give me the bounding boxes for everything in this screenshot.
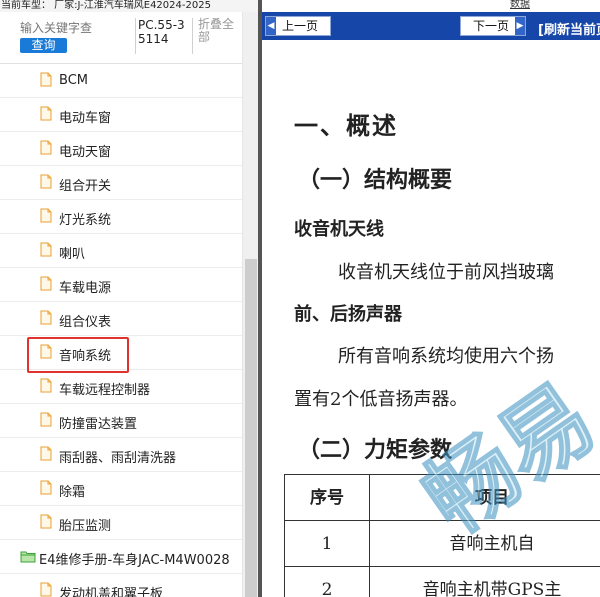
tree-item[interactable]: 车载电源 bbox=[0, 268, 242, 302]
sub-heading-speakers: 前、后扬声器 bbox=[294, 304, 402, 325]
tree-item[interactable]: 车载远程控制器 bbox=[0, 370, 242, 404]
table-header-cell: 项目 bbox=[369, 475, 600, 521]
document-icon bbox=[40, 208, 52, 223]
document-icon bbox=[40, 446, 52, 461]
tree-item-label: BCM bbox=[59, 73, 88, 88]
document-icon bbox=[40, 72, 52, 87]
table-row: 2 音响主机带GPS主 bbox=[284, 567, 600, 597]
sub-heading-antenna: 收音机天线 bbox=[294, 219, 384, 240]
tree-item[interactable]: 雨刮器、雨刮清洗器 bbox=[0, 438, 242, 472]
divider bbox=[192, 18, 193, 54]
arrow-right-icon: ▶ bbox=[515, 17, 525, 35]
current-model-bar: 当前车型： 厂家:J-江淮汽车瑞风E42024-2025 bbox=[0, 0, 260, 12]
next-page-button[interactable]: 下一页 ▶ bbox=[460, 16, 526, 36]
document-icon bbox=[40, 310, 52, 325]
document-icon bbox=[40, 412, 52, 427]
section-title-torque: （二）力矩参数 bbox=[298, 438, 453, 463]
document-icon bbox=[40, 276, 52, 291]
search-input[interactable] bbox=[20, 18, 132, 38]
paragraph-speakers-cont: 置有2个低音扬声器。 bbox=[294, 389, 468, 410]
doc-heading: 一、概述 bbox=[294, 112, 398, 140]
document-icon bbox=[40, 106, 52, 121]
page-nav-bar: ◀ 上一页 下一页 ▶ [刷新当前页 bbox=[262, 12, 600, 40]
search-box: 查询 PC.55-35114 折叠全部 bbox=[0, 12, 242, 64]
document-icon bbox=[40, 242, 52, 257]
tree-item[interactable]: 除霜 bbox=[0, 472, 242, 506]
tree-item-label: 组合仪表 bbox=[59, 315, 112, 330]
tree-item[interactable]: 组合开关 bbox=[0, 166, 242, 200]
tree-item-label: 灯光系统 bbox=[59, 213, 112, 228]
table-header-row: 序号 项目 bbox=[284, 475, 600, 521]
document-icon bbox=[40, 582, 52, 597]
scroll-thumb[interactable] bbox=[245, 259, 257, 597]
prev-page-button[interactable]: ◀ 上一页 bbox=[265, 16, 331, 36]
document-view: 一、概述 （一）结构概要 收音机天线 收音机天线位于前风挡玻璃 前、后扬声器 所… bbox=[262, 40, 600, 597]
tree-item[interactable]: 灯光系统 bbox=[0, 200, 242, 234]
table-cell: 1 bbox=[284, 521, 369, 567]
table-cell: 2 bbox=[284, 567, 369, 597]
prev-page-label: 上一页 bbox=[282, 19, 319, 33]
tree-item-label: 组合开关 bbox=[59, 179, 112, 194]
document-icon bbox=[40, 378, 52, 393]
document-icon bbox=[40, 514, 52, 529]
table-row: 1 音响主机自 bbox=[284, 521, 600, 567]
tree-item[interactable]: 防撞雷达装置 bbox=[0, 404, 242, 438]
paragraph-speakers: 所有音响系统均使用六个扬 bbox=[338, 346, 554, 367]
refresh-page-link[interactable]: [刷新当前页 bbox=[538, 19, 600, 38]
tree-item-label: 车载电源 bbox=[59, 281, 112, 296]
tree-item-label: 胎压监测 bbox=[59, 519, 112, 534]
document-icon bbox=[40, 140, 52, 155]
tree-folder-label: E4维修手册-车身JAC-M4W0028 bbox=[39, 553, 230, 568]
tree-item[interactable]: 胎压监测 bbox=[0, 506, 242, 540]
tree-item[interactable]: 组合仪表 bbox=[0, 302, 242, 336]
torque-table: 序号 项目 1 音响主机自 2 音响主机带GPS主 bbox=[284, 474, 600, 597]
folder-open-icon bbox=[20, 550, 36, 563]
left-panel: 查询 PC.55-35114 折叠全部 BCM 电动车窗电动天窗组合开关灯光系统喇… bbox=[0, 12, 258, 597]
divider bbox=[135, 18, 136, 54]
tree-item-label: 雨刮器、雨刮清洗器 bbox=[59, 451, 177, 466]
tree-item-label: 车载远程控制器 bbox=[59, 383, 151, 398]
paragraph-antenna: 收音机天线位于前风挡玻璃 bbox=[338, 262, 554, 283]
table-cell: 音响主机自 bbox=[369, 521, 600, 567]
top-data-link[interactable]: 数据 bbox=[510, 0, 530, 10]
tree-folder[interactable]: E4维修手册-车身JAC-M4W0028 bbox=[0, 540, 242, 574]
table-header-cell: 序号 bbox=[284, 475, 369, 521]
tree-item[interactable]: 音响系统 bbox=[0, 336, 242, 370]
left-scrollbar[interactable] bbox=[242, 12, 258, 597]
model-code: PC.55-35114 bbox=[138, 18, 185, 46]
document-icon bbox=[40, 344, 52, 359]
tree-item-label: 喇叭 bbox=[59, 247, 86, 262]
tree-item-label: 防撞雷达装置 bbox=[59, 417, 138, 432]
search-button[interactable]: 查询 bbox=[20, 38, 67, 53]
tree-item-label: 电动车窗 bbox=[59, 111, 112, 126]
document-icon bbox=[40, 174, 52, 189]
tree-item[interactable]: 喇叭 bbox=[0, 234, 242, 268]
tree-item[interactable]: 电动天窗 bbox=[0, 132, 242, 166]
arrow-left-icon: ◀ bbox=[266, 17, 276, 35]
tree-item[interactable]: 发动机盖和翼子板 bbox=[0, 574, 242, 597]
table-cell: 音响主机带GPS主 bbox=[369, 567, 600, 597]
tree-item[interactable]: BCM bbox=[0, 64, 242, 98]
tree-item-label: 除霜 bbox=[59, 485, 86, 500]
tree-item-label: 电动天窗 bbox=[59, 145, 112, 160]
tree-item[interactable]: 电动车窗 bbox=[0, 98, 242, 132]
next-page-label: 下一页 bbox=[472, 19, 509, 33]
document-icon bbox=[40, 480, 52, 495]
collapse-all-button[interactable]: 折叠全部 bbox=[198, 18, 238, 44]
section-title-structure: （一）结构概要 bbox=[298, 168, 453, 193]
tree-item-label: 音响系统 bbox=[59, 349, 112, 364]
tree-item-label: 发动机盖和翼子板 bbox=[59, 587, 164, 597]
